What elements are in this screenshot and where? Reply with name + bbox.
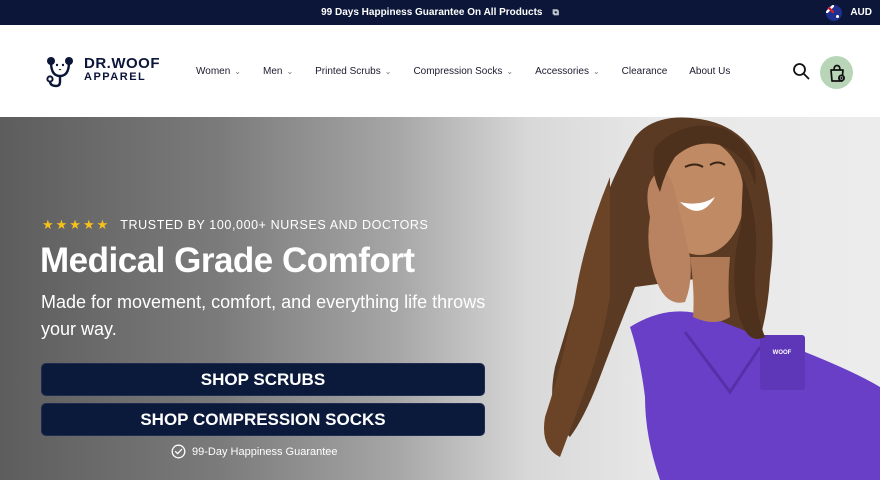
external-link-icon[interactable]: ⧉ xyxy=(552,7,558,18)
chevron-down-icon: ⌄ xyxy=(506,66,514,76)
logo-line2: APPAREL xyxy=(84,71,147,84)
shopping-bag-icon: 0 xyxy=(829,64,845,82)
site-header: DR.WOOF APPAREL Women ⌄ Men ⌄ Printed Sc… xyxy=(0,25,880,117)
cart-button[interactable]: 0 xyxy=(820,56,853,89)
search-icon[interactable] xyxy=(792,62,810,80)
announcement-text[interactable]: 99 Days Happiness Guarantee On All Produ… xyxy=(321,7,542,18)
check-badge-icon xyxy=(171,444,186,459)
nav-label: Clearance xyxy=(621,65,668,77)
guarantee-text: 99-Day Happiness Guarantee xyxy=(192,445,338,458)
currency-label: AUD xyxy=(850,7,872,18)
dog-stethoscope-logo-icon xyxy=(46,57,73,88)
nav-item-compression-socks[interactable]: Compression Socks ⌄ xyxy=(413,66,513,77)
hero-banner: WOOF ★★★★★ TRUSTED BY 100,000+ NURSES AN… xyxy=(0,117,880,480)
chevron-down-icon: ⌄ xyxy=(286,66,294,76)
nav-label: Accessories xyxy=(535,65,589,77)
nav-label: About Us xyxy=(689,65,731,77)
star-rating-icon: ★★★★★ xyxy=(42,217,111,232)
cart-count: 0 xyxy=(840,76,843,82)
nav-label: Women xyxy=(196,65,231,77)
nav-item-men[interactable]: Men ⌄ xyxy=(263,66,293,77)
hero-model-image: WOOF xyxy=(544,117,880,480)
nav-label: Printed Scrubs xyxy=(315,65,381,77)
logo-line1: DR.WOOF xyxy=(84,55,160,73)
trust-rating: ★★★★★ TRUSTED BY 100,000+ NURSES AND DOC… xyxy=(42,217,428,233)
main-nav: Women ⌄ Men ⌄ Printed Scrubs ⌄ Compressi… xyxy=(196,25,752,117)
nav-item-about-us[interactable]: About Us xyxy=(689,66,730,77)
shop-scrubs-button[interactable]: SHOP SCRUBS xyxy=(41,363,485,396)
nav-label: Compression Socks xyxy=(413,65,503,77)
logo[interactable]: DR.WOOF APPAREL xyxy=(42,52,160,88)
guarantee-badge: 99-Day Happiness Guarantee xyxy=(171,444,338,459)
nav-item-clearance[interactable]: Clearance xyxy=(622,66,668,77)
nav-item-printed-scrubs[interactable]: Printed Scrubs ⌄ xyxy=(315,66,391,77)
chevron-down-icon: ⌄ xyxy=(384,66,392,76)
nav-item-accessories[interactable]: Accessories ⌄ xyxy=(535,66,600,77)
shop-compression-socks-button[interactable]: SHOP COMPRESSION SOCKS xyxy=(41,403,485,436)
chevron-down-icon: ⌄ xyxy=(592,66,600,76)
nav-item-women[interactable]: Women ⌄ xyxy=(196,66,241,77)
announcement-bar: 99 Days Happiness Guarantee On All Produ… xyxy=(0,0,880,25)
australia-flag-icon xyxy=(826,4,843,21)
scrub-label: WOOF xyxy=(773,350,792,356)
rating-text: TRUSTED BY 100,000+ NURSES AND DOCTORS xyxy=(120,218,429,232)
nav-label: Men xyxy=(262,65,283,77)
currency-selector[interactable]: AUD xyxy=(826,0,872,25)
hero-headline: Medical Grade Comfort xyxy=(40,241,415,280)
chevron-down-icon: ⌄ xyxy=(234,66,241,76)
hero-subhead: Made for movement, comfort, and everythi… xyxy=(41,292,486,339)
